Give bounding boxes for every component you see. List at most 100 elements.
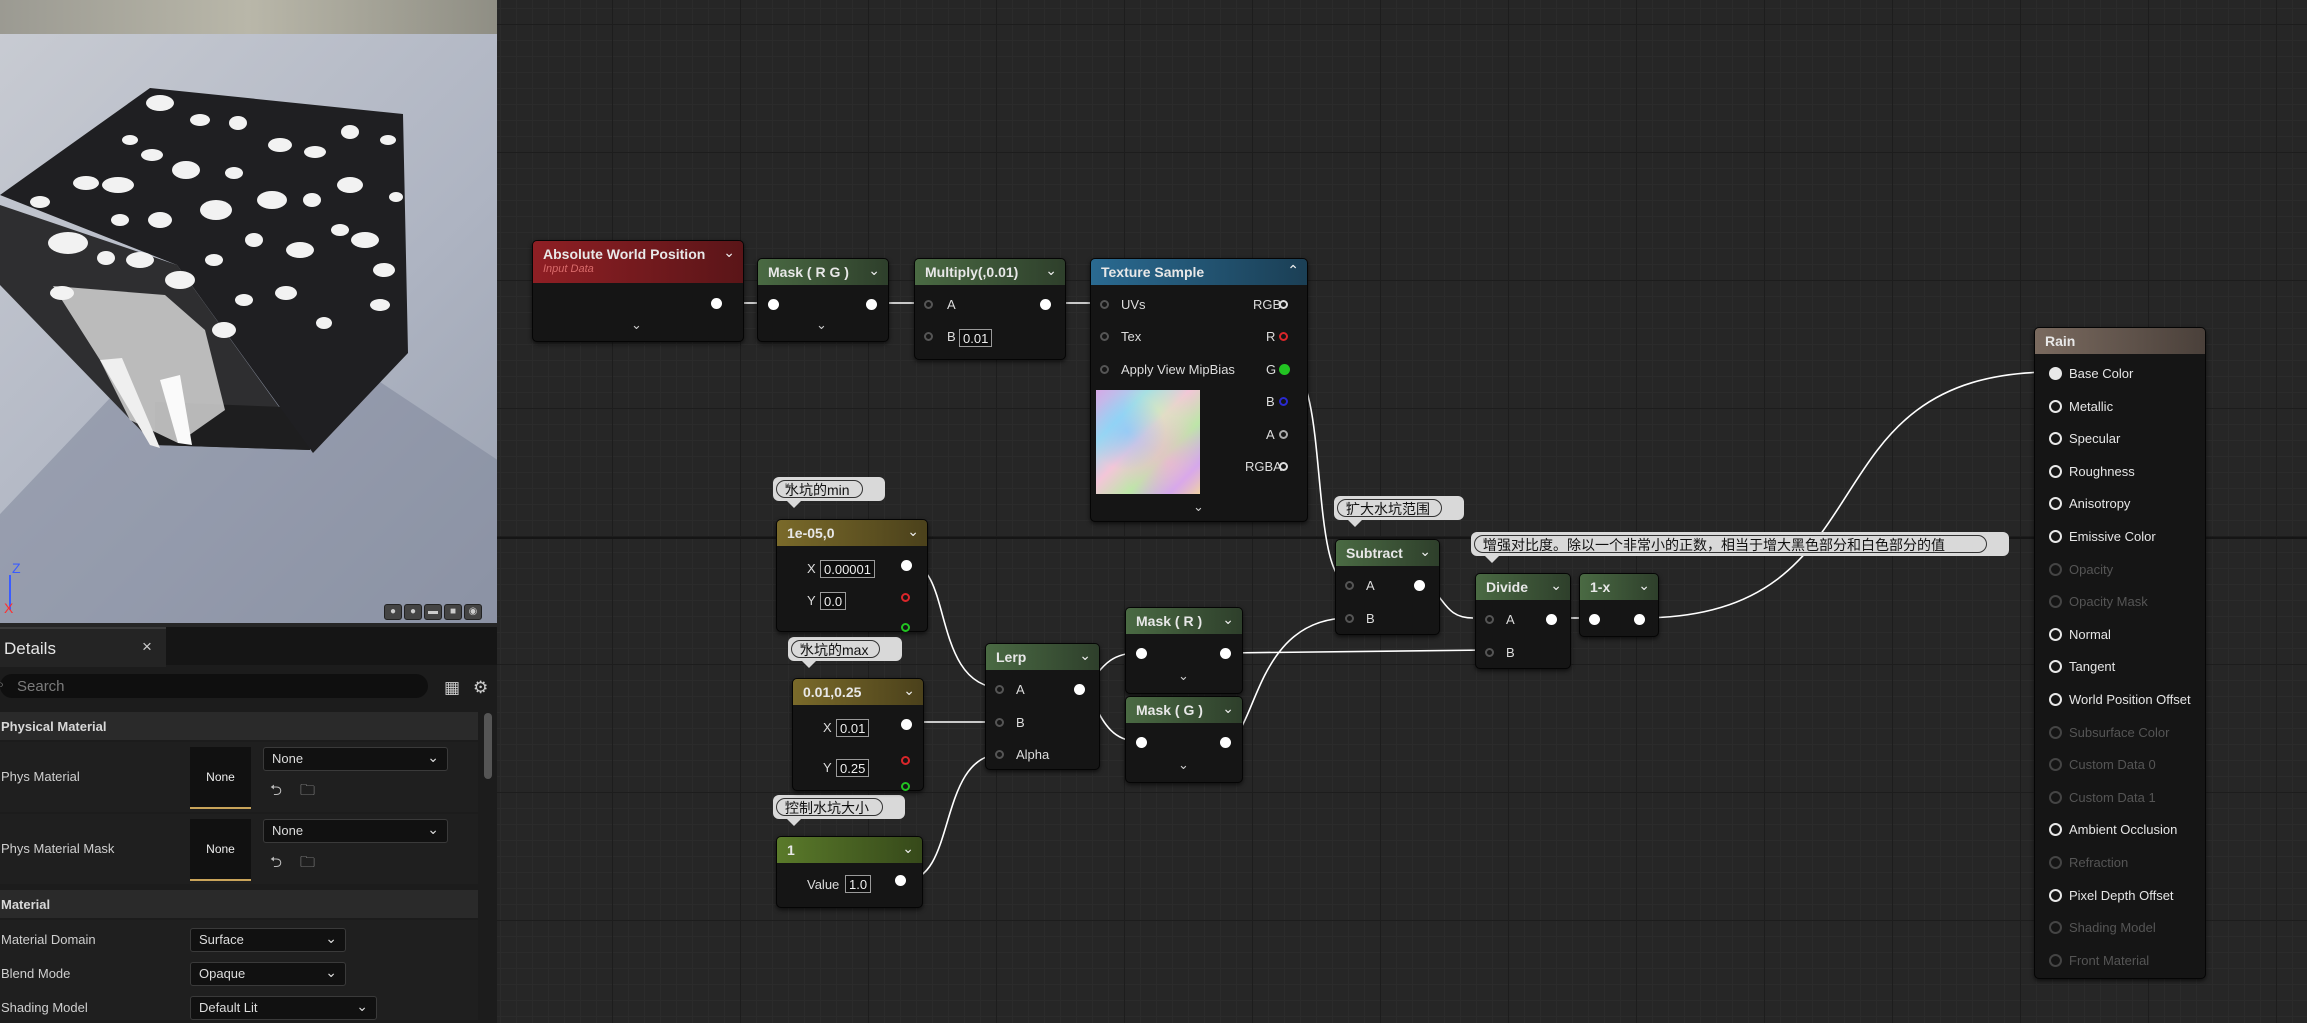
- node-divide[interactable]: Divide ⌄ A B: [1475, 573, 1571, 669]
- output-pin[interactable]: [1040, 299, 1051, 310]
- browse-asset-icon[interactable]: 🗀: [300, 852, 315, 877]
- node-header[interactable]: Subtract ⌄: [1336, 540, 1439, 566]
- output-pin-rgba[interactable]: [1279, 462, 1288, 471]
- x-value-field[interactable]: 0.00001: [820, 560, 875, 578]
- chevron-down-icon[interactable]: ⌄: [1222, 700, 1234, 717]
- output-pin[interactable]: [901, 560, 912, 571]
- input-pin[interactable]: [1136, 648, 1147, 659]
- input-pin-a[interactable]: [1345, 581, 1354, 590]
- node-absolute-world-position[interactable]: Absolute World Position Input Data ⌄ ⌄: [532, 240, 744, 342]
- input-pin-a[interactable]: [995, 685, 1004, 694]
- y-value-field[interactable]: 0.0: [820, 592, 847, 610]
- browse-asset-icon[interactable]: 🗀: [300, 780, 315, 805]
- chevron-down-icon[interactable]: ⌄: [902, 840, 914, 857]
- expand-icon[interactable]: ⌄: [631, 317, 642, 333]
- node-header[interactable]: Lerp ⌄: [986, 644, 1099, 670]
- node-header[interactable]: Mask ( R G ) ⌄: [758, 259, 888, 285]
- mesh-preview-icon[interactable]: ◉: [464, 604, 482, 620]
- comment-expand[interactable]: 扩大水坑范围 ⇤: [1334, 496, 1464, 527]
- phys-material-thumbnail[interactable]: None: [190, 747, 251, 809]
- blend-mode-select[interactable]: Opaque ⌄: [190, 962, 346, 986]
- cylinder-preview-icon[interactable]: ●: [404, 604, 422, 620]
- chevron-down-icon[interactable]: ⌄: [1638, 577, 1650, 594]
- comment-contrast[interactable]: 增强对比度。除以一个非常小的正数，相当于增大黑色部分和白色部分的值 ⇤: [1471, 532, 2009, 563]
- phys-material-mask-select[interactable]: None ⌄: [263, 819, 448, 843]
- pin-comment-icon[interactable]: ⇤: [785, 797, 899, 810]
- chevron-down-icon[interactable]: ⌄: [1550, 577, 1562, 594]
- section-physical-material[interactable]: Physical Material: [0, 712, 478, 740]
- input-pin-b[interactable]: [1345, 614, 1354, 623]
- use-selected-icon[interactable]: ⮌: [270, 780, 282, 805]
- material-graph-canvas[interactable]: Absolute World Position Input Data ⌄ ⌄ M…: [497, 0, 2307, 1023]
- input-pin-uvs[interactable]: [1100, 300, 1109, 309]
- output-pin-b[interactable]: [1279, 397, 1288, 406]
- output-pin[interactable]: [901, 719, 912, 730]
- chevron-down-icon[interactable]: ⌄: [1419, 543, 1431, 560]
- expand-icon[interactable]: ⌄: [1193, 499, 1204, 515]
- cube-preview-icon[interactable]: ■: [444, 604, 462, 620]
- chevron-down-icon[interactable]: ⌄: [868, 262, 880, 279]
- node-constant-one[interactable]: 1 ⌄ Value 1.0: [776, 836, 923, 908]
- input-pin-pixel-depth-offset[interactable]: [2049, 888, 2062, 902]
- output-pin[interactable]: [1074, 684, 1085, 695]
- input-pin-ambient-occlusion[interactable]: [2049, 823, 2062, 837]
- input-pin-base-color[interactable]: [2049, 367, 2062, 380]
- output-pin-r[interactable]: [901, 756, 910, 765]
- expand-icon[interactable]: ⌄: [816, 317, 827, 333]
- input-pin[interactable]: [768, 299, 779, 310]
- node-header[interactable]: 0.01,0.25 ⌄: [793, 679, 923, 705]
- output-pin[interactable]: [895, 875, 906, 886]
- input-pin-b[interactable]: [995, 718, 1004, 727]
- material-domain-select[interactable]: Surface ⌄: [190, 928, 346, 952]
- node-header[interactable]: Multiply(,0.01) ⌄: [915, 259, 1065, 285]
- table-view-icon[interactable]: ▦: [444, 678, 460, 698]
- chevron-down-icon[interactable]: ⌄: [903, 682, 915, 699]
- input-pin-a[interactable]: [1485, 615, 1494, 624]
- node-header[interactable]: 1 ⌄: [777, 837, 922, 863]
- node-subtract[interactable]: Subtract ⌄ A B: [1335, 539, 1440, 635]
- b-value-field[interactable]: 0.01: [959, 329, 993, 347]
- input-pin[interactable]: [1589, 614, 1600, 625]
- output-pin[interactable]: [866, 299, 877, 310]
- node-header[interactable]: 1e-05,0 ⌄: [777, 520, 927, 546]
- phys-material-select[interactable]: None ⌄: [263, 747, 448, 771]
- x-value-field[interactable]: 0.01: [836, 719, 870, 737]
- input-pin[interactable]: [1136, 737, 1147, 748]
- output-pin[interactable]: [1546, 614, 1557, 625]
- pin-comment-icon[interactable]: ⇤: [1483, 534, 2003, 547]
- use-selected-icon[interactable]: ⮌: [270, 852, 282, 877]
- node-header[interactable]: Rain: [2035, 328, 2205, 354]
- node-header[interactable]: Mask ( G ) ⌄: [1126, 697, 1242, 723]
- pin-comment-icon[interactable]: ⇤: [785, 479, 879, 492]
- y-value-field[interactable]: 0.25: [836, 759, 870, 777]
- chevron-down-icon[interactable]: ⌄: [723, 244, 735, 261]
- chevron-down-icon[interactable]: ⌄: [1222, 611, 1234, 628]
- node-header[interactable]: Mask ( R ) ⌄: [1126, 608, 1242, 634]
- close-icon[interactable]: ×: [142, 637, 152, 657]
- input-pin-mipbias[interactable]: [1100, 365, 1109, 374]
- details-tab[interactable]: Details ×: [0, 627, 166, 667]
- value-field[interactable]: 1.0: [845, 875, 872, 893]
- sphere-preview-icon[interactable]: ●: [384, 604, 402, 620]
- shading-model-select[interactable]: Default Lit ⌄: [190, 996, 377, 1020]
- comment-size[interactable]: 控制水坑大小 ⇤: [773, 795, 905, 826]
- output-pin-g[interactable]: [1279, 364, 1290, 375]
- output-pin-g[interactable]: [901, 782, 910, 791]
- chevron-down-icon[interactable]: ⌄: [1045, 262, 1057, 279]
- node-material-result-rain[interactable]: Rain Base Color Metallic Specular Roughness…: [2034, 327, 2206, 979]
- input-pin-normal[interactable]: [2049, 627, 2062, 641]
- output-pin[interactable]: [1634, 614, 1645, 625]
- node-one-minus[interactable]: 1-x ⌄: [1579, 573, 1659, 637]
- input-pin-anisotropy[interactable]: [2049, 497, 2062, 511]
- phys-material-mask-thumbnail[interactable]: None: [190, 819, 251, 881]
- expand-icon[interactable]: ⌄: [1178, 757, 1189, 773]
- node-header[interactable]: 1-x ⌄: [1580, 574, 1658, 600]
- pin-comment-icon[interactable]: ⇤: [800, 639, 896, 652]
- input-pin-metallic[interactable]: [2049, 399, 2062, 413]
- output-pin-r[interactable]: [901, 593, 910, 602]
- node-multiply[interactable]: Multiply(,0.01) ⌄ A B 0.01: [914, 258, 1066, 360]
- input-pin-tex[interactable]: [1100, 332, 1109, 341]
- plane-preview-icon[interactable]: ▬: [424, 604, 442, 620]
- output-pin[interactable]: [1220, 737, 1231, 748]
- material-preview-viewport[interactable]: Z X ● ● ▬ ■ ◉: [0, 0, 497, 623]
